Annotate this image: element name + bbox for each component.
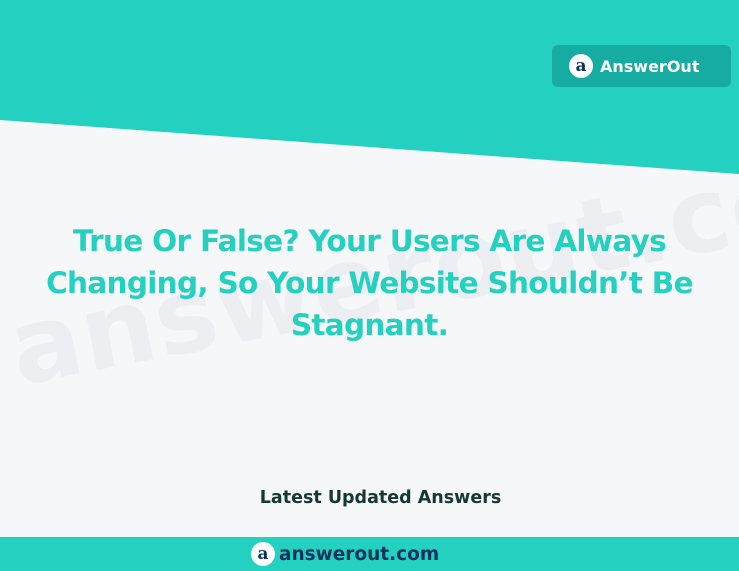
brand-badge[interactable]: a AnswerOut — [552, 45, 731, 87]
footer-site-link[interactable]: a answerout.com — [251, 542, 439, 566]
question-line: Stagnant. — [290, 308, 449, 342]
question-title: True Or False? Your Users Are Always Cha… — [20, 220, 719, 346]
question-line: True Or False? Your Users Are Always — [72, 224, 667, 258]
footer-site-text: answerout.com — [279, 543, 440, 565]
answerout-logo-icon: a — [569, 54, 593, 78]
brand-name: AnswerOut — [600, 56, 700, 76]
answerout-logo-icon: a — [251, 542, 275, 566]
latest-answers-label: Latest Updated Answers — [259, 488, 502, 508]
question-line: Changing, So Your Website Shouldn’t Be — [46, 266, 693, 300]
